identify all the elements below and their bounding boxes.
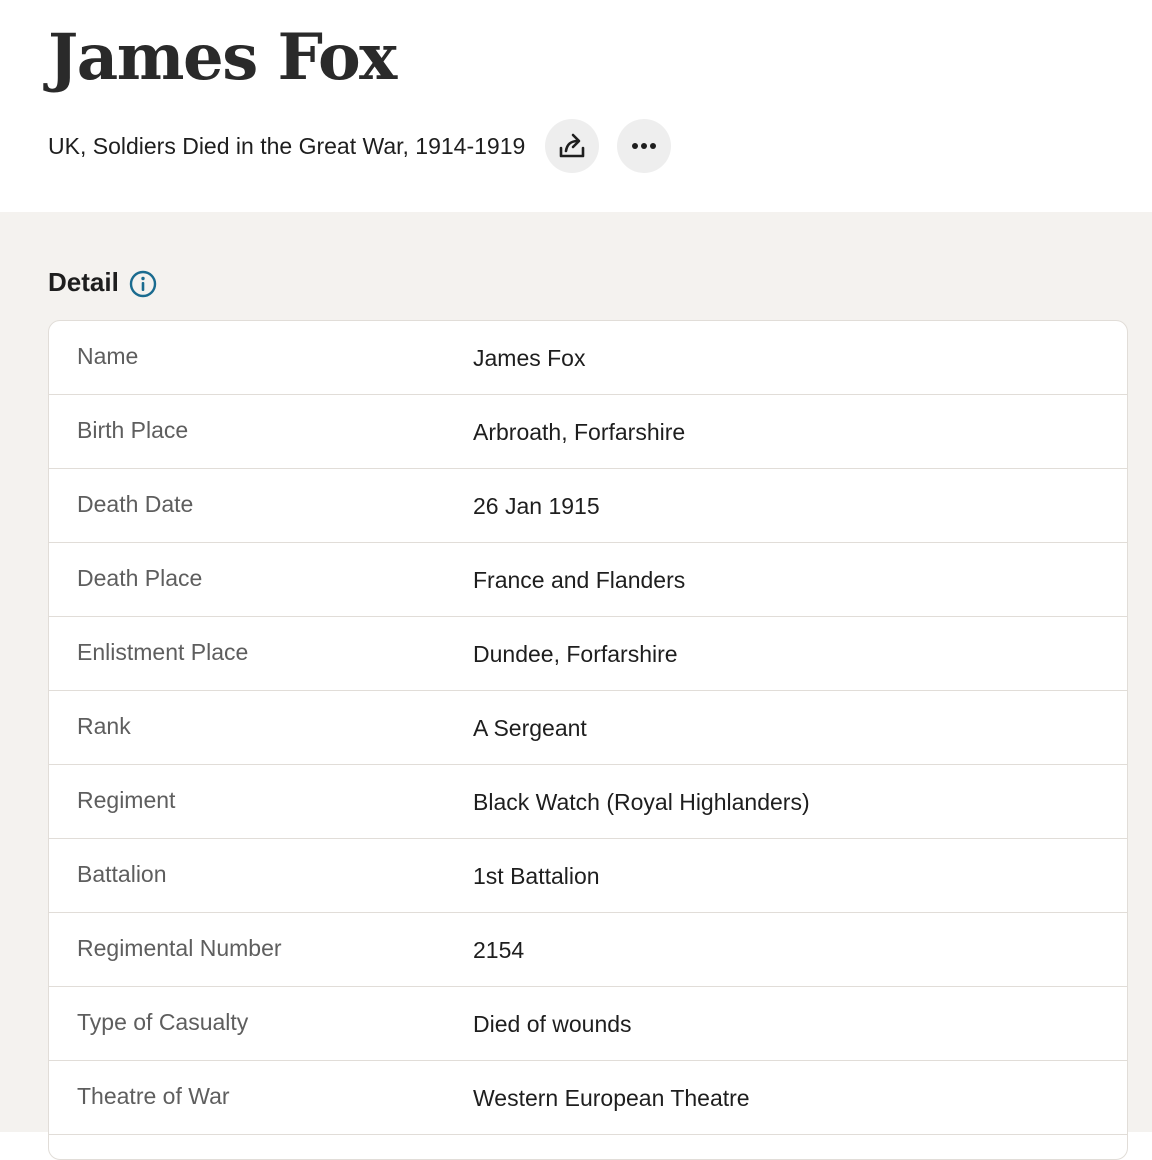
detail-label: Regimental Number <box>77 935 282 961</box>
detail-value: 1st Battalion <box>473 863 600 889</box>
detail-value: A Sergeant <box>473 715 587 741</box>
section-title: Detail <box>48 266 119 297</box>
detail-label: Type of Casualty <box>77 1009 249 1035</box>
info-button[interactable] <box>129 270 157 298</box>
detail-label: Enlistment Place <box>77 639 249 665</box>
detail-value: Arbroath, Forfarshire <box>473 419 686 445</box>
share-icon <box>559 133 585 158</box>
detail-value: James Fox <box>473 345 586 371</box>
detail-value: 2154 <box>473 937 525 963</box>
detail-label: Name <box>77 343 139 369</box>
record-header: James Fox UK, Soldiers Died in the Great… <box>0 0 1152 212</box>
info-icon <box>129 270 157 298</box>
detail-label: Rank <box>77 713 131 739</box>
detail-table: Name James Fox Birth Place Arbroath, For… <box>48 320 1128 1160</box>
detail-label: Death Place <box>77 565 203 591</box>
detail-label: Regiment <box>77 787 176 813</box>
detail-row-battalion: Battalion 1st Battalion <box>49 839 1127 913</box>
detail-row-rank: Rank A Sergeant <box>49 691 1127 765</box>
detail-label: Death Date <box>77 491 194 517</box>
more-options-icon <box>632 143 657 149</box>
more-options-button[interactable] <box>617 119 672 173</box>
detail-value: Died of wounds <box>473 1011 632 1037</box>
detail-label: Theatre of War <box>77 1083 230 1109</box>
detail-label: Battalion <box>77 861 167 887</box>
detail-value: Black Watch (Royal Highlanders) <box>473 789 810 815</box>
section-heading-row: Detail <box>48 266 157 298</box>
detail-row-regimental-number: Regimental Number 2154 <box>49 913 1127 987</box>
subtitle-row: UK, Soldiers Died in the Great War, 1914… <box>48 118 689 174</box>
detail-row-type-of-casualty: Type of Casualty Died of wounds <box>49 987 1127 1061</box>
detail-row-name: Name James Fox <box>49 321 1127 395</box>
page-title: James Fox <box>48 20 397 95</box>
detail-value: 26 Jan 1915 <box>473 493 600 519</box>
detail-value: Dundee, Forfarshire <box>473 641 678 667</box>
detail-value: Western European Theatre <box>473 1085 750 1111</box>
detail-label: Birth Place <box>77 417 189 443</box>
detail-row-regiment: Regiment Black Watch (Royal Highlanders) <box>49 765 1127 839</box>
detail-row-enlistment-place: Enlistment Place Dundee, Forfarshire <box>49 617 1127 691</box>
detail-section: Detail Name James Fox Birth Place Arbroa… <box>0 212 1152 1160</box>
detail-row-theatre-of-war: Theatre of War Western European Theatre <box>49 1061 1127 1135</box>
detail-row-birth-place: Birth Place Arbroath, Forfarshire <box>49 395 1127 469</box>
collection-title: UK, Soldiers Died in the Great War, 1914… <box>48 132 526 159</box>
share-button[interactable] <box>545 119 600 173</box>
detail-value: France and Flanders <box>473 567 686 593</box>
detail-row-death-place: Death Place France and Flanders <box>49 543 1127 617</box>
detail-row-death-date: Death Date 26 Jan 1915 <box>49 469 1127 543</box>
